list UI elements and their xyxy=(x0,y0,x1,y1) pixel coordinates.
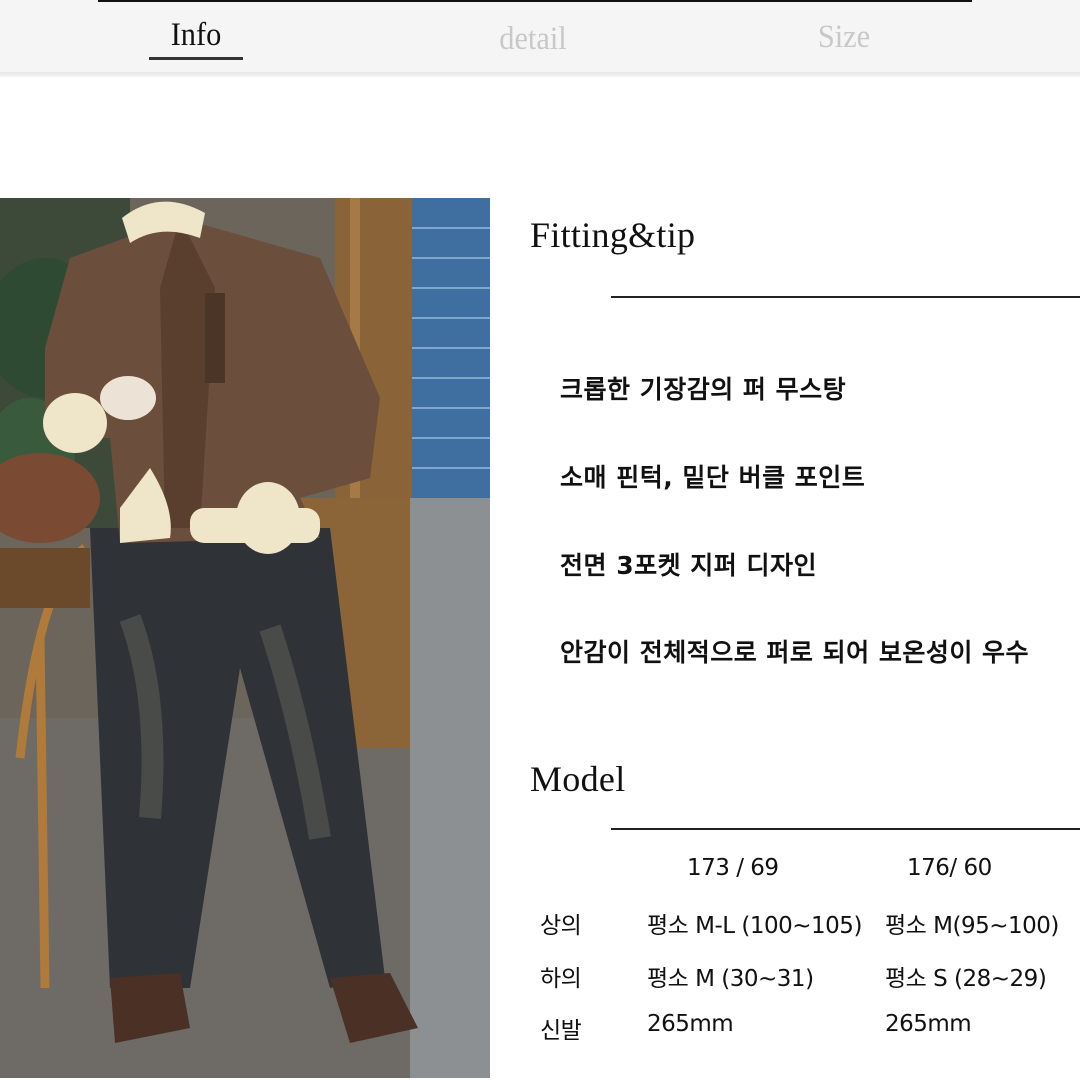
model-2-shoe-size: 265mm xyxy=(885,1011,972,1037)
model-1-height-weight: 173 / 69 xyxy=(687,855,779,881)
tab-bar: Info detail Size xyxy=(0,0,1080,77)
fitting-tip-item: 전면 3포켓 지퍼 디자인 xyxy=(560,551,818,580)
model-2-top-size: 평소 M(95~100) xyxy=(885,913,1059,939)
floor-light xyxy=(410,498,490,1078)
model-title: Model xyxy=(530,759,626,799)
tab-size[interactable]: Size xyxy=(809,16,879,62)
model-2-height-weight: 176/ 60 xyxy=(907,855,992,881)
product-photo xyxy=(0,198,490,1078)
fitting-tip-title: Fitting&tip xyxy=(530,215,696,255)
tab-bar-top-border xyxy=(98,0,972,2)
model-2-bottom-size: 평소 S (28~29) xyxy=(885,966,1047,992)
tab-detail[interactable]: detail xyxy=(486,18,580,64)
model-row-label-shoes: 신발 xyxy=(540,1018,582,1044)
model-row-label-top: 상의 xyxy=(540,913,582,939)
coffee-cup xyxy=(100,376,156,420)
fitting-divider xyxy=(611,296,1080,298)
fitting-tip-item: 크롭한 기장감의 퍼 무스탕 xyxy=(560,375,847,404)
model-1-shoe-size: 265mm xyxy=(647,1011,734,1037)
fitting-tip-item: 소매 핀턱, 밑단 버클 포인트 xyxy=(560,463,866,492)
model-1-top-size: 평소 M-L (100~105) xyxy=(647,913,862,939)
product-photo-illustration xyxy=(0,198,490,1078)
model-divider xyxy=(611,828,1080,830)
model-1-bottom-size: 평소 M (30~31) xyxy=(647,966,814,992)
active-tab-underline xyxy=(149,57,243,60)
tab-info[interactable]: Info xyxy=(154,14,239,60)
fitting-tip-item: 안감이 전체적으로 퍼로 되어 보온성이 우수 xyxy=(560,638,1030,667)
model-row-label-bottom: 하의 xyxy=(540,966,582,992)
